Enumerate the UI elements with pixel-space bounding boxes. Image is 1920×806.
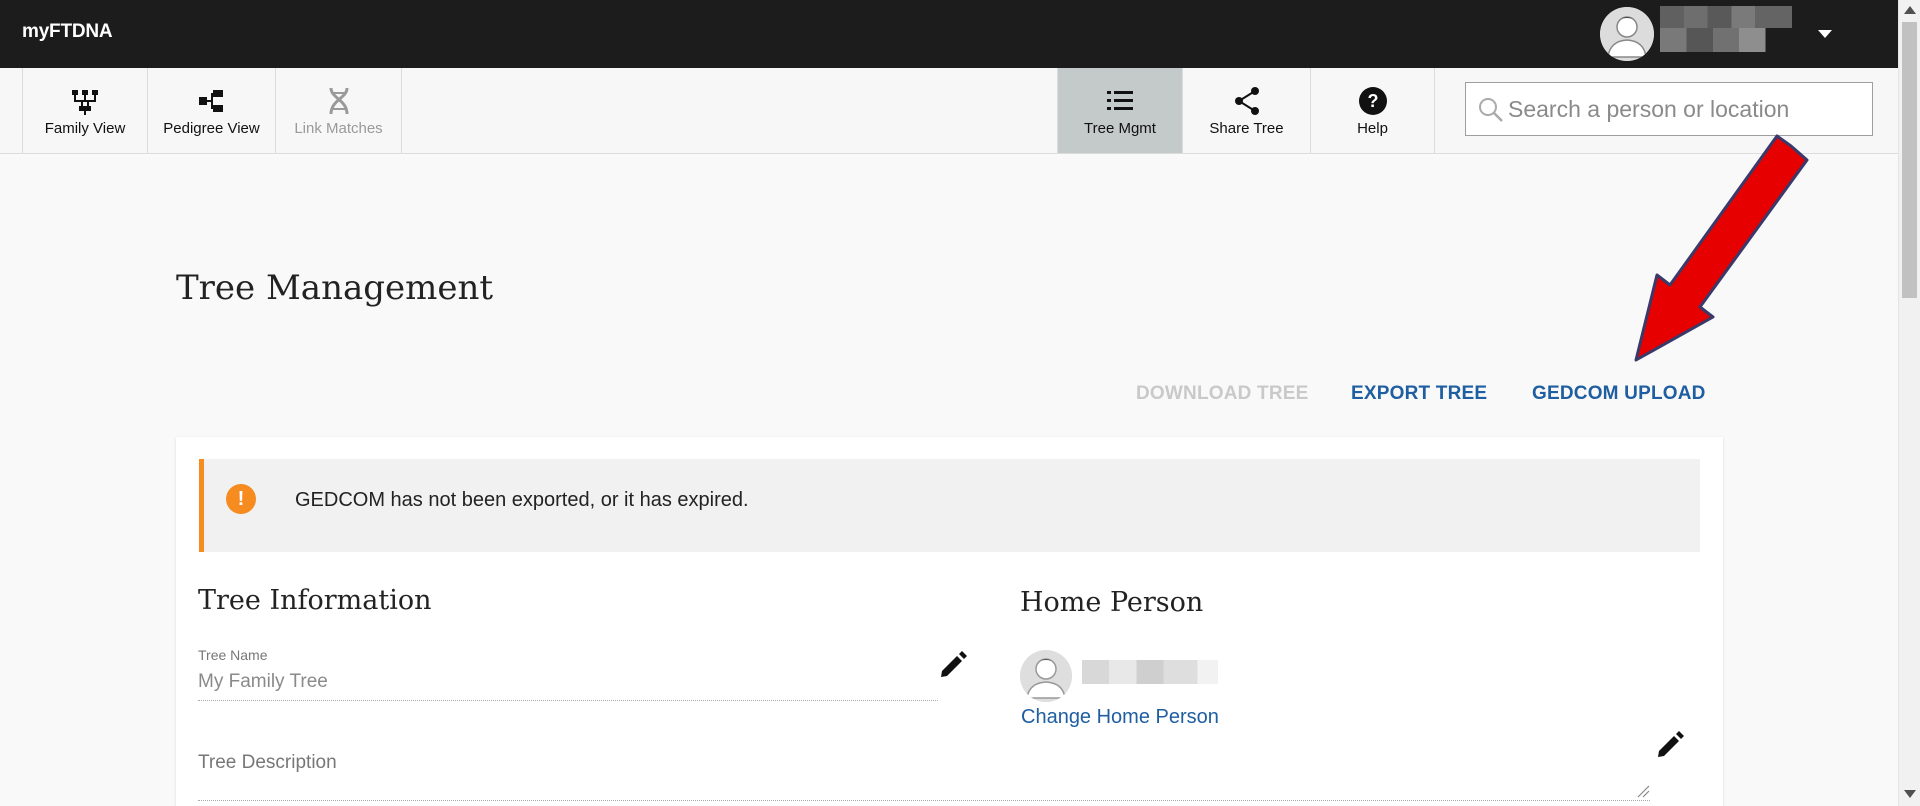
download-tree-button[interactable]: DOWNLOAD TREE — [1136, 383, 1309, 405]
toolbar: Family View Pedigree View Link Matches T… — [0, 68, 1898, 154]
tree-mgmt-label: Tree Mgmt — [1084, 120, 1156, 137]
family-tree-icon — [72, 90, 98, 115]
alert-exclamation-icon: ! — [226, 484, 256, 514]
page-title: Tree Management — [176, 268, 494, 308]
user-avatar-icon[interactable] — [1600, 7, 1654, 61]
page-scrollbar[interactable] — [1898, 0, 1920, 806]
search-icon — [1479, 98, 1503, 122]
alert-text: GEDCOM has not been exported, or it has … — [295, 489, 749, 511]
pedigree-icon — [198, 90, 223, 112]
tree-information-heading: Tree Information — [198, 585, 432, 616]
tree-mgmt-button[interactable]: Tree Mgmt — [1057, 68, 1183, 153]
help-icon: ? — [1358, 87, 1387, 115]
edit-description-icon[interactable] — [1655, 730, 1685, 760]
home-person-name-redacted — [1082, 660, 1218, 684]
share-tree-label: Share Tree — [1209, 120, 1284, 137]
link-matches-label: Link Matches — [294, 120, 383, 137]
change-home-person-link[interactable]: Change Home Person — [1021, 706, 1219, 729]
caret-down-icon[interactable] — [1818, 30, 1832, 38]
gedcom-alert: ! GEDCOM has not been exported, or it ha… — [199, 459, 1700, 552]
family-view-button[interactable]: Family View — [22, 68, 148, 153]
top-bar: myFTDNA — [0, 0, 1898, 68]
resize-grip-icon[interactable] — [1636, 784, 1650, 798]
share-tree-button[interactable]: Share Tree — [1183, 68, 1311, 153]
pedigree-view-button[interactable]: Pedigree View — [148, 68, 276, 153]
share-icon — [1234, 87, 1259, 115]
user-name-redacted — [1660, 6, 1792, 52]
gedcom-upload-button[interactable]: GEDCOM UPLOAD — [1532, 383, 1706, 405]
help-label: Help — [1357, 120, 1388, 137]
dna-icon — [329, 87, 348, 115]
home-person-avatar-icon — [1020, 650, 1072, 702]
pedigree-view-label: Pedigree View — [163, 120, 260, 137]
annotation-arrow-icon — [1634, 134, 1809, 362]
tree-description-label: Tree Description — [198, 752, 337, 773]
home-person-heading: Home Person — [1020, 587, 1204, 618]
scroll-up-icon[interactable] — [1904, 6, 1916, 14]
search-box[interactable] — [1465, 82, 1873, 136]
tree-name-field[interactable]: My Family Tree — [198, 671, 938, 701]
link-matches-button[interactable]: Link Matches — [276, 68, 402, 153]
edit-tree-name-icon[interactable] — [938, 650, 968, 680]
svg-text:?: ? — [1367, 91, 1378, 111]
export-tree-button[interactable]: EXPORT TREE — [1351, 383, 1487, 405]
tree-description-field[interactable] — [198, 800, 1650, 801]
scroll-down-icon[interactable] — [1904, 790, 1916, 798]
brand-logo[interactable]: myFTDNA — [22, 21, 113, 43]
help-button[interactable]: ? Help — [1311, 68, 1435, 153]
list-icon — [1107, 91, 1133, 110]
scroll-thumb[interactable] — [1902, 22, 1917, 298]
family-view-label: Family View — [44, 120, 126, 137]
search-input[interactable] — [1508, 83, 1868, 135]
tree-name-label: Tree Name — [198, 647, 268, 663]
